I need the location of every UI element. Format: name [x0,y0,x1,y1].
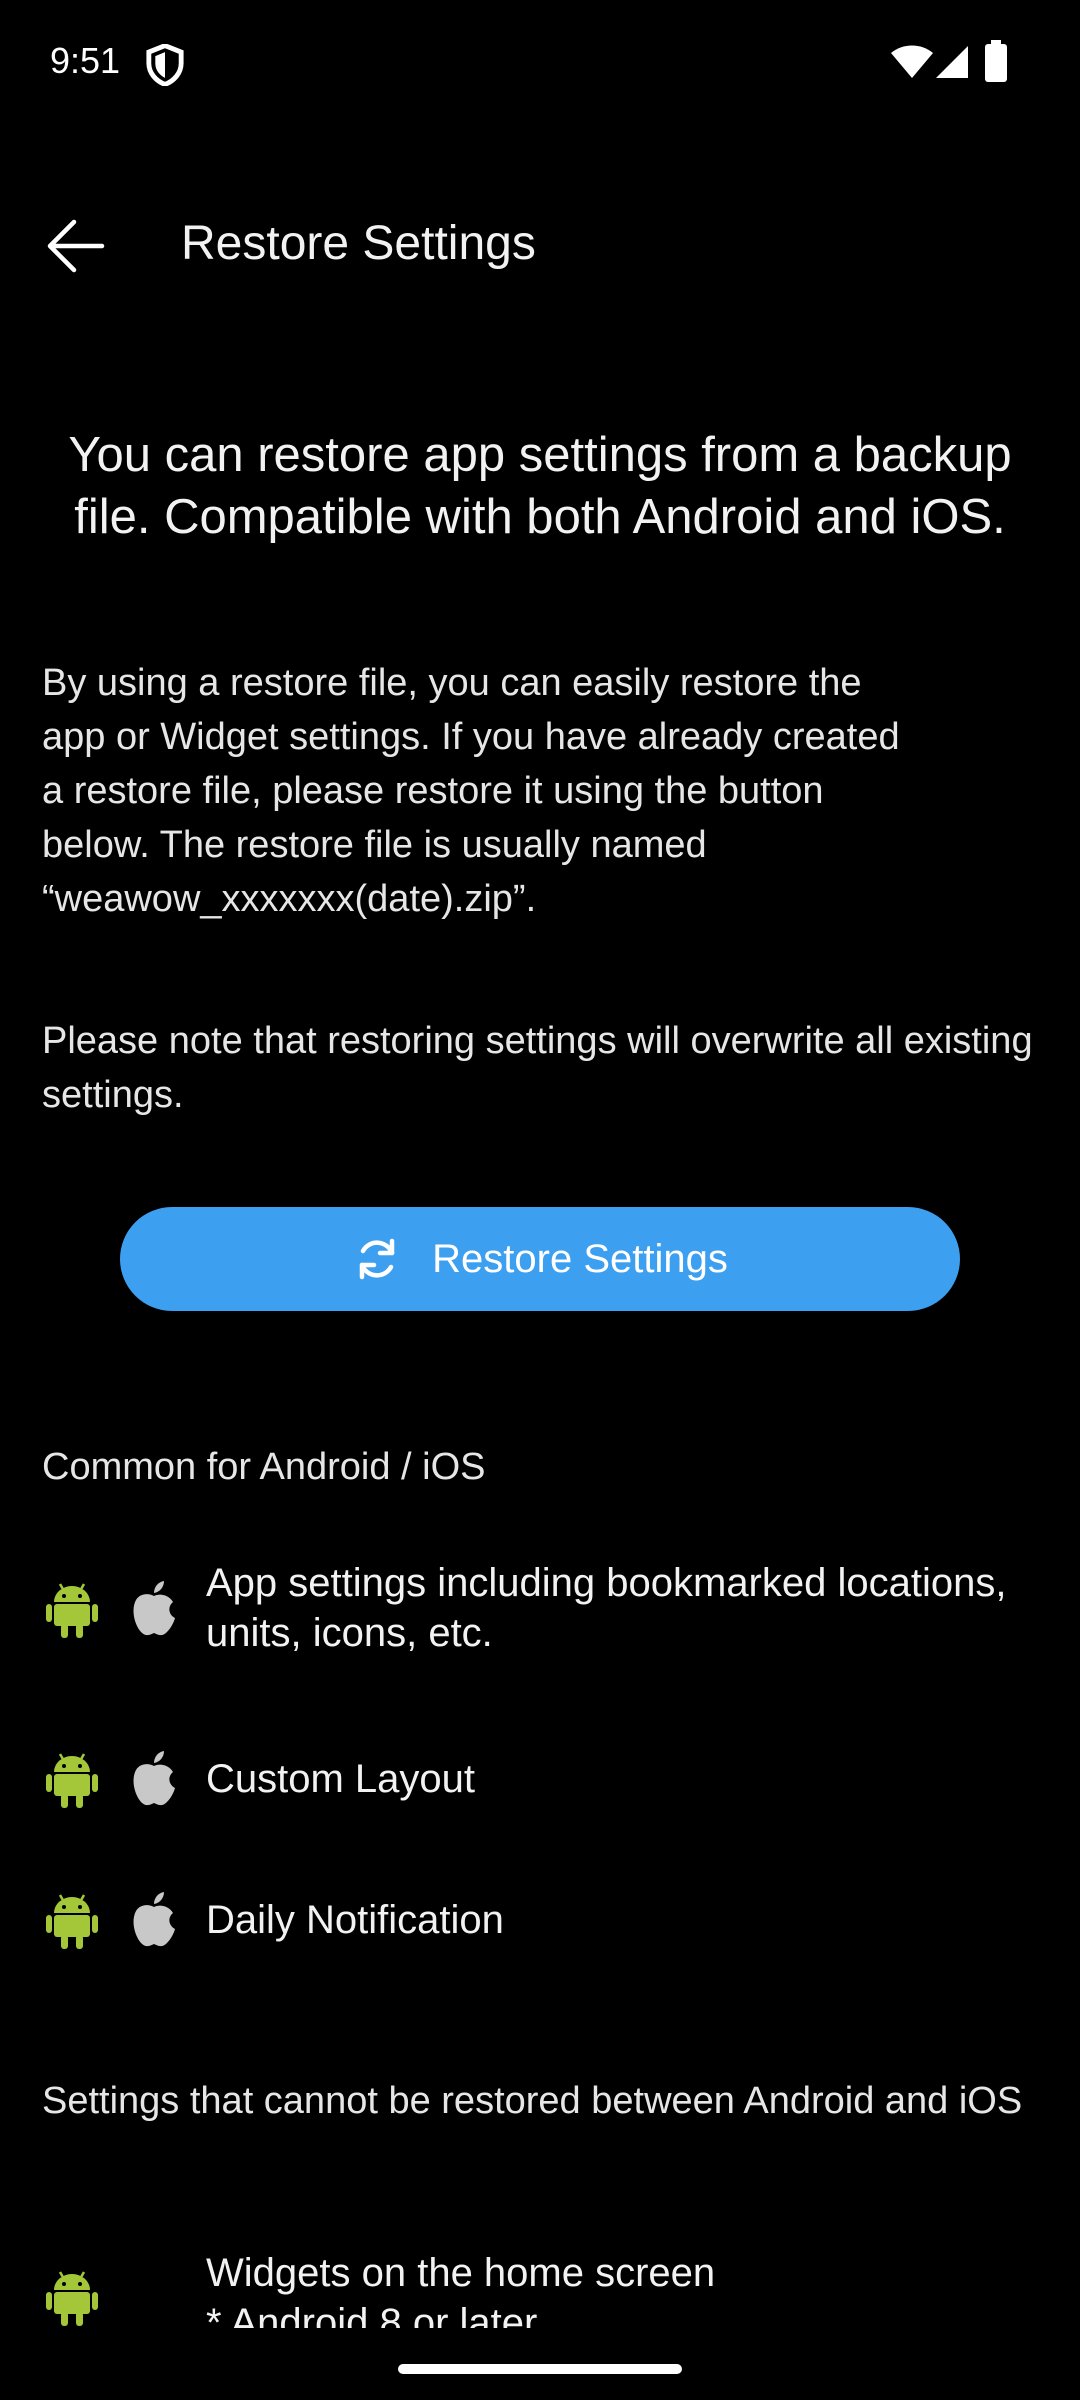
apple-icon [133,1892,175,1947]
restore-settings-button[interactable]: Restore Settings [120,1207,960,1311]
list-item-label: Widgets on the home screen * Android 8 o… [206,2251,716,2328]
battery-icon [985,40,1007,82]
home-indicator[interactable] [398,2364,682,2374]
list-item-label: App settings including bookmarked locati… [206,1561,1007,1655]
page-title: Restore Settings [181,217,536,270]
android-icon [46,2271,98,2326]
list-item-label: Custom Layout [206,1757,476,1801]
restore-description: By using a restore file, you can easily … [42,662,900,920]
status-time: 9:51 [50,40,121,81]
android-icon [46,1753,98,1808]
android-icon [46,1583,98,1638]
back-arrow-icon[interactable] [40,210,112,282]
status-bar: 9:51 [0,0,1080,130]
intro-heading: You can restore app settings from a back… [68,428,1012,544]
restore-button-label: Restore Settings [432,1236,728,1281]
apple-icon [133,1581,175,1636]
list-item: Widgets on the home screen * Android 8 o… [0,2248,1080,2328]
apple-icon [133,1751,175,1806]
overwrite-note: Please note that restoring settings will… [42,1020,1033,1116]
android-icon [46,1894,98,1949]
refresh-icon [359,1238,395,1280]
non-restorable-section-header: Settings that cannot be restored between… [42,2080,1023,2122]
list-item-label: Daily Notification [206,1898,504,1942]
shield-icon [146,44,184,86]
wifi-icon [891,45,933,78]
signal-icon [936,46,968,78]
restore-settings-screen: 9:51 Restore Settings You can restore ap… [0,0,1080,2400]
common-section-header: Common for Android / iOS [42,1446,486,1488]
